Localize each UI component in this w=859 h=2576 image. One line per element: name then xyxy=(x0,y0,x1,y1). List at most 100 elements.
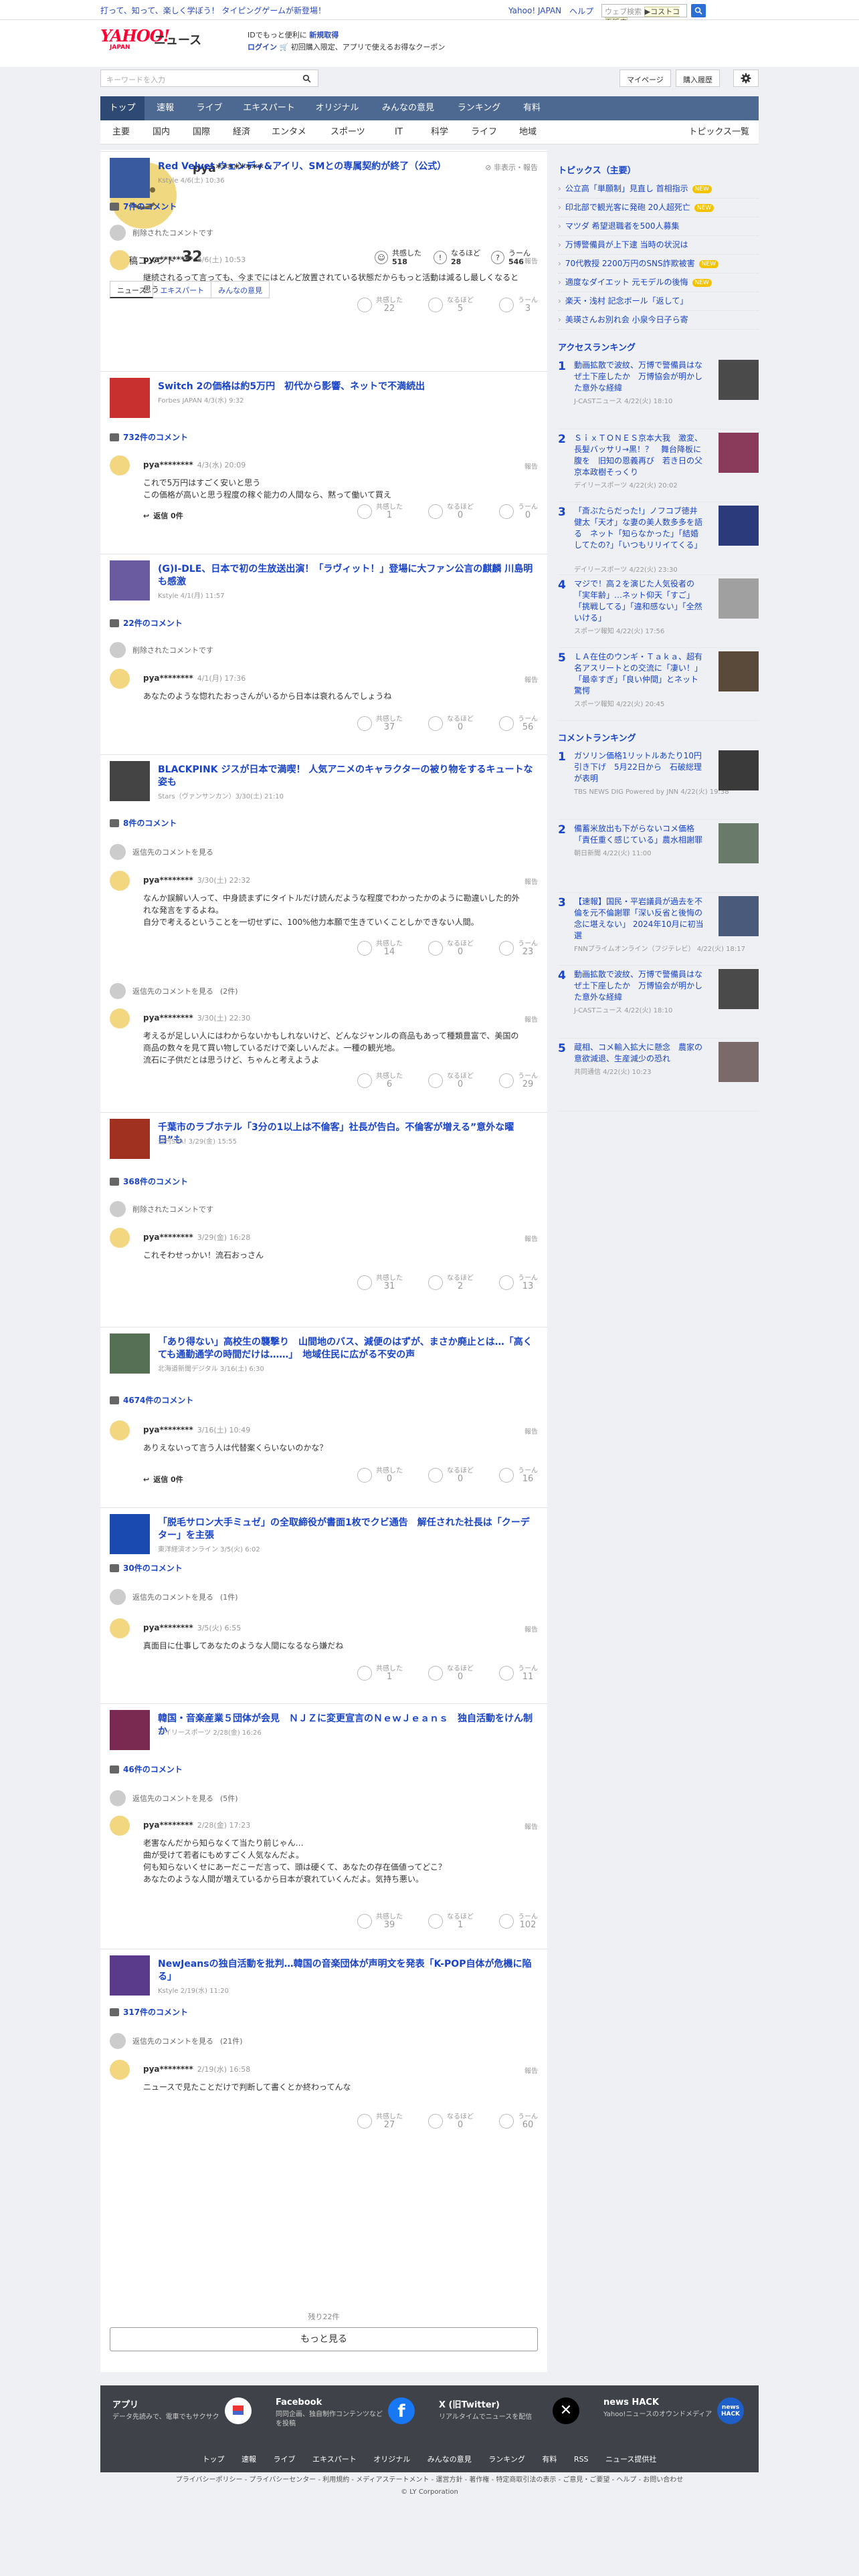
more-button[interactable]: もっと見る xyxy=(110,2327,538,2351)
hmm-reaction-button[interactable]: なるほど 0 xyxy=(428,716,474,732)
mypage-button[interactable]: マイページ xyxy=(619,70,671,87)
web-search-input[interactable]: ウェブ検索 ▶コストコ再販店 xyxy=(601,4,688,27)
nav-ranking[interactable]: ランキング xyxy=(447,96,511,120)
uun-reaction-button[interactable]: うーん 102 xyxy=(499,1913,538,1929)
nav-original[interactable]: オリジナル xyxy=(305,96,369,120)
reply-source-link[interactable]: 返信先のコメントを見る (1件) xyxy=(110,1589,238,1605)
report-link[interactable]: 報告 xyxy=(524,2065,538,2075)
nav-live[interactable]: ライブ xyxy=(186,96,233,120)
reply-source-link[interactable]: 返信先のコメントを見る (2件) xyxy=(110,983,238,999)
uun-reaction-button[interactable]: うーん 29 xyxy=(499,1073,538,1089)
agree-reaction-button[interactable]: 共感した 31 xyxy=(357,1275,403,1291)
nav-opinion[interactable]: みんなの意見 xyxy=(369,96,447,120)
topic-item[interactable]: › マツダ 希望退職者を500人募集 xyxy=(558,217,759,236)
topic-item[interactable]: › 楽天・浅村 記念ボール「返して」 xyxy=(558,292,759,311)
agree-reaction-button[interactable]: 共感した 37 xyxy=(357,716,403,732)
hmm-reaction-button[interactable]: なるほど 5 xyxy=(428,297,474,313)
comment-count-link[interactable]: 30件のコメント xyxy=(110,1562,183,1574)
nav-breaking[interactable]: 速報 xyxy=(145,96,186,120)
newshack-icon[interactable]: news HACK xyxy=(717,2397,744,2424)
agree-reaction-button[interactable]: 共感した 6 xyxy=(357,1073,403,1089)
report-link[interactable]: 報告 xyxy=(524,876,538,886)
report-link[interactable]: 報告 xyxy=(524,1014,538,1024)
topic-item[interactable]: › 適度なダイエット 元モデルの後悔 NEW xyxy=(558,274,759,292)
article-title[interactable]: BLACKPINK ジスが日本で満喫！ 人気アニメのキャラクターの被り物をするキ… xyxy=(158,764,538,789)
comment-count-link[interactable]: 732件のコメント xyxy=(110,431,188,443)
app-icon[interactable] xyxy=(225,2397,252,2424)
category-region[interactable]: 地域 xyxy=(519,120,537,144)
category-it[interactable]: IT xyxy=(395,120,403,144)
help-link[interactable]: ヘルプ xyxy=(569,5,593,17)
agree-reaction-button[interactable]: 共感した 39 xyxy=(357,1913,403,1929)
article-thumbnail[interactable] xyxy=(110,761,150,801)
ranking-item[interactable]: 5 蔵相、コメ輸入拡大に懸念 農家の意欲減退、生産減少の恐れ 共同通信 4/22(火… xyxy=(558,1039,759,1111)
uun-reaction-button[interactable]: うーん 0 xyxy=(499,504,538,520)
footer-nav[interactable]: トップ 速報 ライブ エキスパート オリジナル みんなの意見 ランキング 有料 … xyxy=(100,2454,759,2464)
ranking-item[interactable]: 1 動画拡散で波紋、万博で警備員はなぜ土下座したか 万博協会が明かした意外な経緯 J… xyxy=(558,357,759,429)
category-entertainment[interactable]: エンタメ xyxy=(272,120,306,144)
ranking-item[interactable]: 3 【速報】国民・平岩議員が過去を不倫を元不倫謝罪「深い反省と後悔の念に堪えない」… xyxy=(558,893,759,966)
purchase-history-button[interactable]: 購入履歴 xyxy=(676,70,720,87)
article-title[interactable]: NewJeansの独自活動を批判…韓国の音楽団体が声明文を発表「K-POP自体が… xyxy=(158,1958,538,1983)
report-link[interactable]: 報告 xyxy=(524,1624,538,1634)
article-thumbnail[interactable] xyxy=(110,158,150,198)
uun-reaction-button[interactable]: うーん 56 xyxy=(499,716,538,732)
report-link[interactable]: 報告 xyxy=(524,1821,538,1831)
topic-item[interactable]: › 万博警備員が上下逮 当時の状況は xyxy=(558,236,759,255)
agree-reaction-button[interactable]: 共感した 27 xyxy=(357,2113,403,2129)
ranking-item[interactable]: 5 ＬＡ在住のウンギ・Ｔａｋａ、超有名アスリートとの交流に「凄い！」「最幸すぎ」「… xyxy=(558,649,759,721)
facebook-icon[interactable]: f xyxy=(388,2397,415,2424)
reply-button[interactable]: ↩ 返信 0件 xyxy=(143,1474,183,1485)
hmm-reaction-button[interactable]: なるほど 0 xyxy=(428,504,474,520)
ranking-item[interactable]: 1 ガソリン価格1リットルあたり10円引き下げ 5月22日から 石破総理が表明 TB… xyxy=(558,748,759,820)
comment-user[interactable]: pya******** 4/1(月) 17:36 xyxy=(143,673,246,683)
topic-item[interactable]: › 70代教授 2200万円のSNS詐欺被害 NEW xyxy=(558,255,759,274)
report-link[interactable]: 報告 xyxy=(524,1233,538,1243)
report-link[interactable]: 報告 xyxy=(524,674,538,684)
comment-user[interactable]: pya******** 3/30(土) 22:32 xyxy=(143,875,250,885)
agree-reaction-button[interactable]: 共感した 22 xyxy=(357,297,403,313)
reply-button[interactable]: ↩ 返信 0件 xyxy=(143,510,183,521)
hmm-reaction-button[interactable]: なるほど 0 xyxy=(428,2113,474,2129)
agree-reaction-button[interactable]: 共感した 1 xyxy=(357,504,403,520)
nav-top[interactable]: トップ xyxy=(100,96,145,120)
comment-count-link[interactable]: 46件のコメント xyxy=(110,1763,183,1775)
yahoo-japan-link[interactable]: Yahoo! JAPAN xyxy=(508,6,561,15)
agree-reaction-button[interactable]: 共感した 14 xyxy=(357,940,403,956)
agree-reaction-button[interactable]: 共感した 1 xyxy=(357,1665,403,1681)
comment-user[interactable]: pya******** 3/16(土) 10:49 xyxy=(143,1424,250,1435)
login-link[interactable]: ログイン xyxy=(248,43,277,51)
report-link[interactable]: 報告 xyxy=(524,461,538,471)
yahoo-logo[interactable]: YAHOO! JAPAN xyxy=(100,28,170,56)
comment-user[interactable]: pya******** 3/29(金) 16:28 xyxy=(143,1232,250,1243)
report-link[interactable]: 報告 xyxy=(524,1426,538,1436)
settings-button[interactable] xyxy=(733,70,759,87)
comment-user[interactable]: pya******** 3/5(火) 6:55 xyxy=(143,1622,241,1633)
article-thumbnail[interactable] xyxy=(110,1119,150,1159)
category-main[interactable]: 主要 xyxy=(112,120,130,144)
hmm-reaction-button[interactable]: なるほど 0 xyxy=(428,1467,474,1483)
comment-count-link[interactable]: 8件のコメント xyxy=(110,817,177,829)
article-title[interactable]: (G)I-DLE、日本で初の生放送出演！「ラヴィット！」登場に大ファン公言の麒麟… xyxy=(158,563,538,588)
article-thumbnail[interactable] xyxy=(110,1710,150,1750)
comment-user[interactable]: pya******** 3/30(土) 22:30 xyxy=(143,1012,250,1023)
x-icon[interactable]: ✕ xyxy=(553,2397,579,2424)
hmm-reaction-button[interactable]: なるほど 2 xyxy=(428,1275,474,1291)
keyword-search-button[interactable] xyxy=(298,72,314,85)
top-promo-link[interactable]: 打って、知って、楽しく学ぼう！ タイピングゲームが新登場！ xyxy=(100,5,326,16)
reply-source-link[interactable]: 返信先のコメントを見る (5件) xyxy=(110,1790,238,1806)
article-title[interactable]: 「あり得ない」高校生の襲撃り 山間地のバス、減便のはずが、まさか廃止とは…「高く… xyxy=(158,1336,538,1362)
article-thumbnail[interactable] xyxy=(110,378,150,418)
report-link[interactable]: 報告 xyxy=(524,255,538,265)
comment-count-link[interactable]: 7件のコメント xyxy=(110,201,177,212)
hmm-reaction-button[interactable]: なるほど 0 xyxy=(428,1665,474,1681)
register-link[interactable]: 新規取得 xyxy=(309,31,339,39)
article-title[interactable]: Switch 2の価格は約5万円 初代から影響、ネットで不満続出 xyxy=(158,381,538,393)
comment-user[interactable]: pya******** 2/19(水) 16:58 xyxy=(143,2064,250,2074)
article-thumbnail[interactable] xyxy=(110,1333,150,1374)
article-thumbnail[interactable] xyxy=(110,1955,150,1996)
legal-text[interactable]: プライバシーポリシー - プライバシーセンター - 利用規約 - メディアステー… xyxy=(0,2474,859,2486)
hmm-reaction-button[interactable]: なるほど 0 xyxy=(428,940,474,956)
topic-item[interactable]: › 公立高「単願制」見直し 首相指示 NEW xyxy=(558,180,759,199)
comment-user[interactable]: pya******** 4/6(土) 10:53 xyxy=(143,254,246,265)
